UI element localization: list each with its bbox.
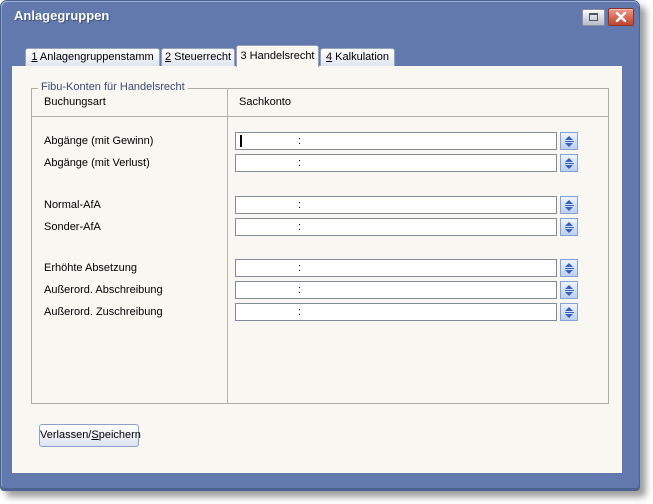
up-arrow-icon bbox=[565, 200, 573, 204]
up-arrow-icon bbox=[565, 285, 573, 289]
content-panel: Fibu-Konten für Handelsrecht Buchungsart… bbox=[12, 66, 622, 473]
tab-label: Anlagengruppenstamm bbox=[37, 51, 153, 63]
dialog-window: Anlagegruppen 1 Anlagengruppenstamm 2 St… bbox=[0, 0, 640, 491]
restore-button[interactable] bbox=[582, 9, 605, 26]
up-arrow-icon bbox=[565, 222, 573, 226]
row-label: Abgänge (mit Gewinn) bbox=[44, 135, 153, 147]
up-arrow-icon bbox=[565, 307, 573, 311]
column-header-sachkonto: Sachkonto bbox=[239, 96, 291, 108]
field-value: : bbox=[298, 284, 301, 296]
restore-window-icon bbox=[589, 13, 598, 21]
down-arrow-icon bbox=[565, 143, 573, 147]
window-title: Anlagegruppen bbox=[14, 1, 109, 30]
column-header-buchungsart: Buchungsart bbox=[44, 96, 106, 108]
up-arrow-icon bbox=[565, 158, 573, 162]
sachkonto-input[interactable]: : bbox=[235, 218, 557, 236]
sachkonto-input[interactable]: : bbox=[235, 259, 557, 277]
row-label: Sonder-AfA bbox=[44, 221, 101, 233]
row-label: Normal-AfA bbox=[44, 199, 101, 211]
down-arrow-icon bbox=[565, 165, 573, 169]
spinner-button[interactable] bbox=[560, 154, 578, 172]
tab-label: Steuerrecht bbox=[171, 51, 231, 63]
close-button[interactable] bbox=[608, 8, 634, 26]
form-row-ausserord-zuschreibung: Außerord. Zuschreibung : bbox=[32, 303, 608, 322]
sachkonto-input[interactable]: : bbox=[235, 132, 557, 150]
tab-handelsrecht[interactable]: 3 Handelsrecht bbox=[236, 45, 319, 67]
sachkonto-input[interactable]: : bbox=[235, 303, 557, 321]
spinner-divider bbox=[565, 205, 574, 206]
spinner-button[interactable] bbox=[560, 132, 578, 150]
sachkonto-input[interactable]: : bbox=[235, 154, 557, 172]
spinner-divider bbox=[565, 312, 574, 313]
sachkonto-input[interactable]: : bbox=[235, 196, 557, 214]
spinner-button[interactable] bbox=[560, 196, 578, 214]
button-label-part: Verlassen/ bbox=[40, 429, 91, 441]
field-value: : bbox=[298, 157, 301, 169]
form-row-normal-afa: Normal-AfA : bbox=[32, 196, 608, 215]
row-label: Außerord. Zuschreibung bbox=[44, 306, 163, 318]
field-value: : bbox=[298, 262, 301, 274]
titlebar-buttons bbox=[582, 8, 634, 26]
row-label: Außerord. Abschreibung bbox=[44, 284, 163, 296]
field-value: : bbox=[298, 306, 301, 318]
field-value: : bbox=[298, 221, 301, 233]
form-row-erhoehte-absetzung: Erhöhte Absetzung : bbox=[32, 259, 608, 278]
form-row-abgaenge-gewinn: Abgänge (mit Gewinn) : bbox=[32, 132, 608, 151]
tab-kalkulation[interactable]: 4 Kalkulation bbox=[320, 48, 395, 67]
form-row-sonder-afa: Sonder-AfA : bbox=[32, 218, 608, 237]
spinner-divider bbox=[565, 141, 574, 142]
form-row-ausserord-abschreibung: Außerord. Abschreibung : bbox=[32, 281, 608, 300]
field-value: : bbox=[298, 199, 301, 211]
button-accel: S bbox=[91, 429, 98, 441]
text-caret bbox=[240, 135, 242, 147]
verlassen-speichern-button[interactable]: Verlassen/Speichern bbox=[39, 424, 139, 447]
form-row-abgaenge-verlust: Abgänge (mit Verlust) : bbox=[32, 154, 608, 173]
tab-label: Kalkulation bbox=[332, 51, 389, 63]
spinner-divider bbox=[565, 268, 574, 269]
down-arrow-icon bbox=[565, 270, 573, 274]
up-arrow-icon bbox=[565, 136, 573, 140]
close-x-icon bbox=[615, 12, 627, 22]
down-arrow-icon bbox=[565, 229, 573, 233]
up-arrow-icon bbox=[565, 263, 573, 267]
title-bar[interactable]: Anlagegruppen bbox=[1, 1, 639, 31]
header-divider bbox=[32, 116, 608, 117]
groupbox-title: Fibu-Konten für Handelsrecht bbox=[38, 81, 188, 93]
down-arrow-icon bbox=[565, 292, 573, 296]
spinner-button[interactable] bbox=[560, 218, 578, 236]
spinner-divider bbox=[565, 163, 574, 164]
groupbox-fibu-konten: Fibu-Konten für Handelsrecht Buchungsart… bbox=[31, 88, 609, 404]
sachkonto-input[interactable]: : bbox=[235, 281, 557, 299]
row-label: Abgänge (mit Verlust) bbox=[44, 157, 150, 169]
tab-label: 3 Handelsrecht bbox=[241, 50, 315, 62]
spinner-button[interactable] bbox=[560, 303, 578, 321]
row-label: Erhöhte Absetzung bbox=[44, 262, 137, 274]
button-label-part: peichern bbox=[99, 429, 141, 441]
spinner-divider bbox=[565, 290, 574, 291]
tab-steuerrecht[interactable]: 2 Steuerrecht bbox=[161, 48, 235, 67]
spinner-button[interactable] bbox=[560, 281, 578, 299]
down-arrow-icon bbox=[565, 314, 573, 318]
spinner-divider bbox=[565, 227, 574, 228]
down-arrow-icon bbox=[565, 207, 573, 211]
spinner-button[interactable] bbox=[560, 259, 578, 277]
tab-anlagengruppenstamm[interactable]: 1 Anlagengruppenstamm bbox=[25, 48, 160, 67]
field-value: : bbox=[298, 135, 301, 147]
